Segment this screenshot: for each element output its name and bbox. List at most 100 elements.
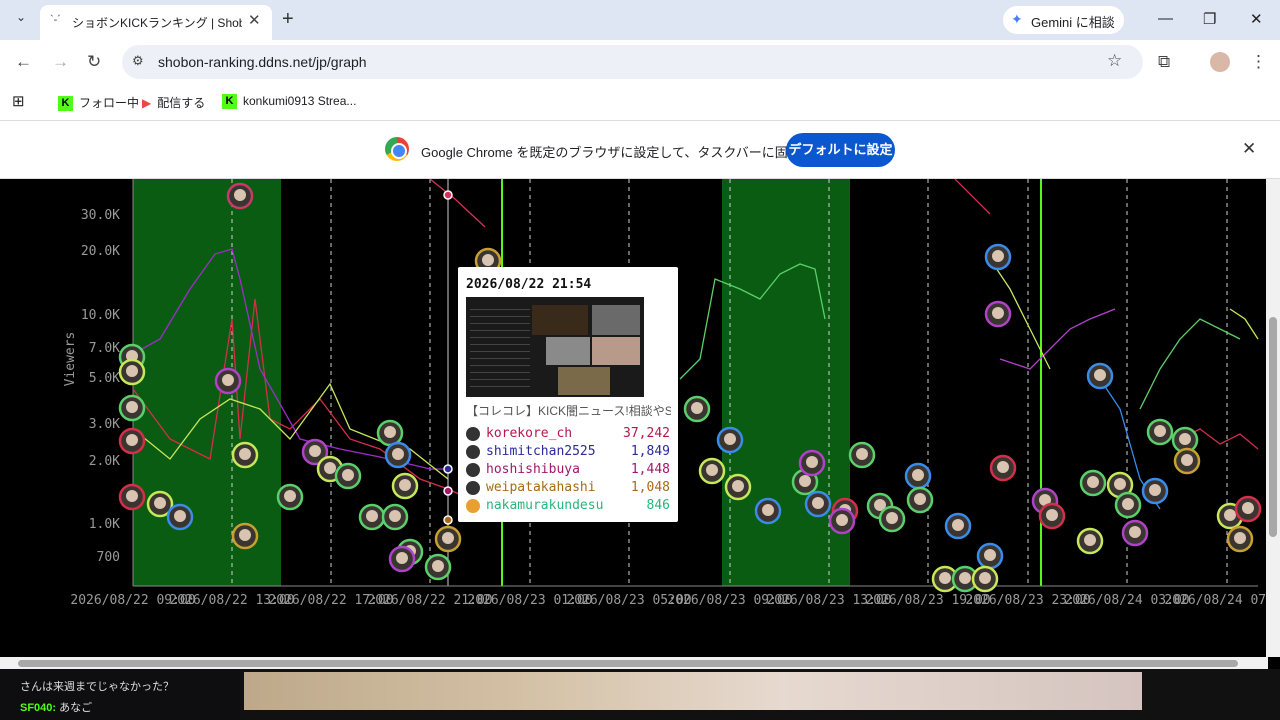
tab-close-icon[interactable]: ✕ <box>248 11 261 29</box>
streamer-avatar[interactable] <box>906 486 934 514</box>
y-tick-label: 700 <box>97 550 120 565</box>
default-browser-infobar: Google Chrome を既定のブラウザに設定して、タスクバーに固定する デ… <box>0 121 1280 179</box>
gemini-sparkle-icon: ✦ <box>1011 11 1023 27</box>
streamer-name: nakamurakundesu <box>486 498 604 513</box>
bookmark-stream[interactable]: ▶ 配信する <box>142 94 205 111</box>
streamer-name: shimitchan2525 <box>486 444 596 459</box>
address-bar[interactable]: ⚙ shobon-ranking.ddns.net/jp/graph ☆ <box>122 45 1143 79</box>
streamer-avatar[interactable] <box>391 472 419 500</box>
restore-icon[interactable]: ❐ <box>1203 10 1216 28</box>
horizontal-scrollbar[interactable] <box>0 657 1268 669</box>
streamer-avatar[interactable] <box>976 542 1004 570</box>
streamer-avatar[interactable] <box>1076 527 1104 555</box>
streamer-name: korekore_ch <box>486 426 573 441</box>
streamer-avatar[interactable] <box>989 454 1017 482</box>
streamer-avatar[interactable] <box>804 490 832 518</box>
reload-icon[interactable]: ↻ <box>87 52 101 72</box>
site-info-icon[interactable]: ⚙ <box>132 53 144 69</box>
streamer-avatar[interactable] <box>334 462 362 490</box>
streamer-avatar[interactable] <box>358 503 386 531</box>
url-text[interactable]: shobon-ranking.ddns.net/jp/graph <box>158 54 367 70</box>
y-tick-labels: 30.0K 20.0K 10.0K 7.0K 5.0K 3.0K 2.0K 1.0K 700 <box>81 208 120 565</box>
tooltip-row: hoshishibuya 1,448 <box>466 461 670 479</box>
menu-kebab-icon[interactable]: ⋮ <box>1250 52 1267 72</box>
tab-search-icon[interactable]: ⌄ <box>10 10 32 30</box>
tooltip-row: korekore_ch 37,242 <box>466 425 670 443</box>
streamer-avatar[interactable] <box>1226 525 1254 553</box>
streamer-avatar[interactable] <box>984 300 1012 328</box>
streamer-avatar[interactable] <box>226 182 254 210</box>
streamer-avatar[interactable] <box>971 565 999 593</box>
streamer-avatar[interactable] <box>1114 491 1142 519</box>
streamer-avatar[interactable] <box>848 441 876 469</box>
streamer-avatar[interactable] <box>904 462 932 490</box>
streamer-avatar[interactable] <box>754 497 782 525</box>
streamer-avatar[interactable] <box>388 545 416 573</box>
streamer-avatar[interactable] <box>231 522 259 550</box>
streamer-avatar[interactable] <box>1121 519 1149 547</box>
tooltip-row: nakamurakundesu 846 <box>466 497 670 515</box>
streamer-avatar[interactable] <box>434 525 462 553</box>
streamer-avatar[interactable] <box>1086 362 1114 390</box>
streamer-avatar[interactable] <box>384 441 412 469</box>
streamer-avatar[interactable] <box>716 426 744 454</box>
y-tick-label: 3.0K <box>89 417 120 432</box>
streamer-avatar[interactable] <box>214 367 242 395</box>
streamer-avatar[interactable] <box>276 483 304 511</box>
streamer-avatar[interactable] <box>984 243 1012 271</box>
set-default-button[interactable]: デフォルトに設定 <box>786 133 895 167</box>
forward-icon[interactable]: → <box>52 52 69 72</box>
viewer-count: 846 <box>646 498 670 513</box>
streamer-avatars[interactable] <box>118 182 1262 593</box>
bookmark-konkumi[interactable]: Kkonkumi0913 Strea... <box>222 94 356 110</box>
streamer-name: hoshishibuya <box>486 462 580 477</box>
active-tab[interactable]: `-´ ショボンKICKランキング | Shobon K ✕ <box>40 5 272 40</box>
apps-grid-icon[interactable]: ⊞ <box>12 92 25 110</box>
streamer-avatar[interactable] <box>166 503 194 531</box>
back-icon[interactable]: ← <box>15 52 32 72</box>
infobar-close-icon[interactable]: ✕ <box>1242 139 1256 159</box>
new-tab-icon[interactable]: + <box>282 8 294 31</box>
horizontal-scroll-thumb[interactable] <box>18 660 1238 667</box>
minimize-icon[interactable]: — <box>1158 10 1173 27</box>
y-tick-label: 1.0K <box>89 517 120 532</box>
window-close-icon[interactable]: ✕ <box>1250 10 1263 28</box>
y-axis-label: Viewers <box>63 332 78 387</box>
streamer-avatar[interactable] <box>1141 477 1169 505</box>
streamer-avatar[interactable] <box>118 483 146 511</box>
streamer-avatar[interactable] <box>231 441 259 469</box>
gemini-button[interactable]: ✦ Gemini に相談 <box>1003 6 1124 34</box>
bookmark-star-icon[interactable]: ☆ <box>1107 51 1122 71</box>
streamer-avatar[interactable] <box>376 419 404 447</box>
stream-area: さんは来週までじゃなかった？ SF040: あなご <box>0 669 1280 720</box>
streamer-avatar[interactable] <box>118 358 146 386</box>
streamer-avatar[interactable] <box>1146 418 1174 446</box>
streamer-avatar[interactable] <box>724 473 752 501</box>
chat-message: SF040: あなご <box>20 699 92 715</box>
bookmark-following[interactable]: K フォロー中 <box>58 94 139 112</box>
streamer-avatar[interactable] <box>798 449 826 477</box>
series-line <box>1139 318 1241 410</box>
streamer-avatar[interactable] <box>944 512 972 540</box>
profile-avatar[interactable] <box>1210 52 1230 72</box>
streamer-avatar[interactable] <box>878 505 906 533</box>
extensions-icon[interactable]: ⧉ <box>1158 52 1170 72</box>
series-line <box>999 308 1116 370</box>
streamer-avatar[interactable] <box>698 457 726 485</box>
chat-user: SF040: <box>20 702 57 714</box>
streamer-avatar[interactable] <box>424 553 452 581</box>
tab-title: ショボンKICKランキング | Shobon K <box>72 16 242 30</box>
streamer-avatar[interactable] <box>381 503 409 531</box>
streamer-avatar[interactable] <box>1079 469 1107 497</box>
streamer-avatar[interactable] <box>118 427 146 455</box>
streamer-avatar[interactable] <box>1038 502 1066 530</box>
avatar <box>466 445 480 459</box>
streamer-avatar[interactable] <box>828 507 856 535</box>
vertical-scrollbar[interactable] <box>1266 179 1280 657</box>
streamer-avatar[interactable] <box>1173 447 1201 475</box>
streamer-avatar[interactable] <box>1234 495 1262 523</box>
video-player[interactable] <box>244 672 1142 710</box>
streamer-avatar[interactable] <box>683 395 711 423</box>
vertical-scroll-thumb[interactable] <box>1269 317 1277 537</box>
streamer-avatar[interactable] <box>118 394 146 422</box>
